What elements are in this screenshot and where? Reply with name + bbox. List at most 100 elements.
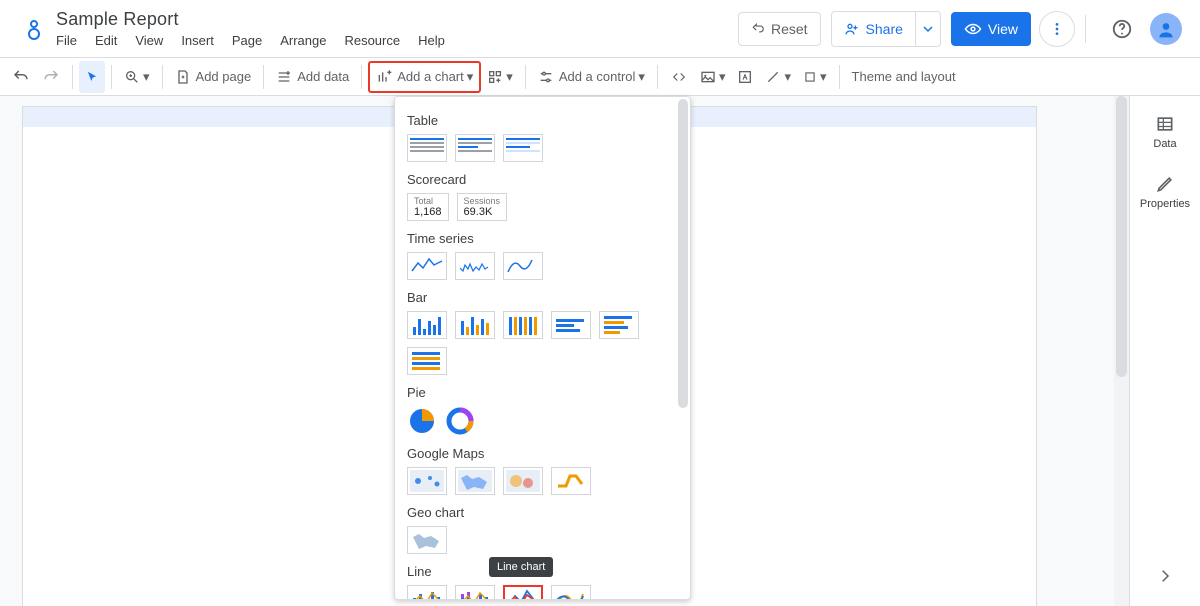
data-panel-button[interactable]: Data: [1153, 114, 1176, 150]
scorecard-total-value: 1,168: [414, 206, 442, 218]
theme-layout-button[interactable]: Theme and layout: [846, 61, 962, 93]
undo-arrow-icon: [751, 22, 765, 36]
chart-type-heatmap-map[interactable]: [503, 467, 543, 495]
eye-icon: [964, 20, 982, 38]
add-data-icon: [276, 69, 292, 85]
share-button[interactable]: Share: [832, 12, 915, 46]
view-label: View: [988, 21, 1018, 37]
chart-type-table-bars[interactable]: [455, 134, 495, 162]
zoom-icon: [124, 69, 140, 85]
help-button[interactable]: [1104, 11, 1140, 47]
category-pie: Pie: [407, 385, 678, 400]
chart-type-combo[interactable]: [407, 585, 447, 599]
help-icon: [1111, 18, 1133, 40]
category-bar: Bar: [407, 290, 678, 305]
expand-rail-button[interactable]: [1145, 556, 1185, 596]
data-panel-label: Data: [1153, 138, 1176, 150]
chart-type-stacked-combo[interactable]: [455, 585, 495, 599]
chart-type-time-series[interactable]: [407, 252, 447, 280]
chart-type-100-stacked-column[interactable]: [503, 311, 543, 339]
line-tool-button[interactable]: ▾: [759, 61, 797, 93]
selection-tool-button[interactable]: [79, 61, 105, 93]
more-options-button[interactable]: [1039, 11, 1075, 47]
menu-view[interactable]: View: [135, 33, 163, 48]
reset-button[interactable]: Reset: [738, 12, 821, 46]
add-chart-button[interactable]: Add a chart▾: [368, 61, 481, 93]
undo-icon: [12, 68, 30, 86]
category-scorecard: Scorecard: [407, 172, 678, 187]
chart-type-stacked-bar[interactable]: [599, 311, 639, 339]
chart-type-100-stacked-bar[interactable]: [407, 347, 447, 375]
pencil-icon: [1155, 174, 1175, 194]
community-viz-button[interactable]: ▾: [481, 61, 519, 93]
view-button[interactable]: View: [951, 12, 1031, 46]
chart-type-geo[interactable]: [407, 526, 447, 554]
chart-type-tooltip: Line chart: [489, 557, 553, 577]
chart-type-pie[interactable]: [407, 406, 437, 436]
image-button[interactable]: ▾: [694, 61, 732, 93]
chart-type-bar[interactable]: [551, 311, 591, 339]
chart-type-line-map[interactable]: [551, 467, 591, 495]
undo-button[interactable]: [6, 61, 36, 93]
menu-resource[interactable]: Resource: [344, 33, 400, 48]
person-add-icon: [844, 21, 860, 37]
chart-type-smooth-time-series[interactable]: [503, 252, 543, 280]
chart-icon: [376, 69, 392, 85]
menu-edit[interactable]: Edit: [95, 33, 117, 48]
square-icon: [803, 70, 817, 84]
share-dropdown-button[interactable]: [915, 12, 940, 46]
dropdown-scrollbar[interactable]: [678, 99, 688, 597]
chart-type-table[interactable]: [407, 134, 447, 162]
zoom-button[interactable]: ▾: [118, 61, 156, 93]
url-embed-button[interactable]: [664, 61, 694, 93]
add-page-button[interactable]: Add page: [169, 61, 258, 93]
properties-panel-label: Properties: [1140, 198, 1190, 210]
menu-file[interactable]: File: [56, 33, 77, 48]
menu-page[interactable]: Page: [232, 33, 262, 48]
redo-button[interactable]: [36, 61, 66, 93]
add-page-icon: [175, 69, 191, 85]
chart-type-donut[interactable]: [445, 406, 475, 436]
shape-tool-button[interactable]: ▾: [797, 61, 833, 93]
chart-type-sparkline[interactable]: [455, 252, 495, 280]
chart-type-bubble-map[interactable]: [407, 467, 447, 495]
chart-type-scorecard-compact[interactable]: Sessions 69.3K: [457, 193, 508, 221]
category-geo-chart: Geo chart: [407, 505, 678, 520]
caret-down-icon: [923, 24, 933, 34]
separator: [1085, 15, 1086, 43]
menu-help[interactable]: Help: [418, 33, 445, 48]
menu-insert[interactable]: Insert: [181, 33, 214, 48]
properties-panel-button[interactable]: Properties: [1140, 174, 1190, 210]
canvas-scrollbar[interactable]: [1114, 96, 1129, 606]
doc-title[interactable]: Sample Report: [56, 9, 445, 30]
theme-layout-label: Theme and layout: [852, 69, 956, 84]
add-data-button[interactable]: Add data: [270, 61, 355, 93]
avatar-icon: [1150, 13, 1182, 45]
share-button-group: Share: [831, 11, 941, 47]
chart-type-smoothed-line[interactable]: [551, 585, 591, 599]
data-icon: [1155, 114, 1175, 134]
redo-icon: [42, 68, 60, 86]
chart-type-line[interactable]: [503, 585, 543, 599]
grid-plus-icon: [487, 69, 503, 85]
reset-label: Reset: [771, 21, 808, 37]
text-button[interactable]: [731, 61, 759, 93]
image-icon: [700, 69, 716, 85]
add-page-label: Add page: [196, 69, 252, 84]
category-table: Table: [407, 113, 678, 128]
chart-type-table-heatmap[interactable]: [503, 134, 543, 162]
chart-type-column[interactable]: [407, 311, 447, 339]
menu-bar: File Edit View Insert Page Arrange Resou…: [56, 33, 445, 48]
category-time-series: Time series: [407, 231, 678, 246]
chart-type-scorecard[interactable]: Total 1,168: [407, 193, 449, 221]
add-control-button[interactable]: Add a control▾: [532, 61, 651, 93]
chart-type-filled-map[interactable]: [455, 467, 495, 495]
chevron-right-icon: [1156, 567, 1174, 585]
account-button[interactable]: [1148, 11, 1184, 47]
slider-icon: [538, 69, 554, 85]
app-header: Sample Report File Edit View Insert Page…: [0, 0, 1200, 58]
share-label: Share: [866, 21, 903, 37]
text-icon: [737, 69, 753, 85]
menu-arrange[interactable]: Arrange: [280, 33, 326, 48]
chart-type-stacked-column[interactable]: [455, 311, 495, 339]
